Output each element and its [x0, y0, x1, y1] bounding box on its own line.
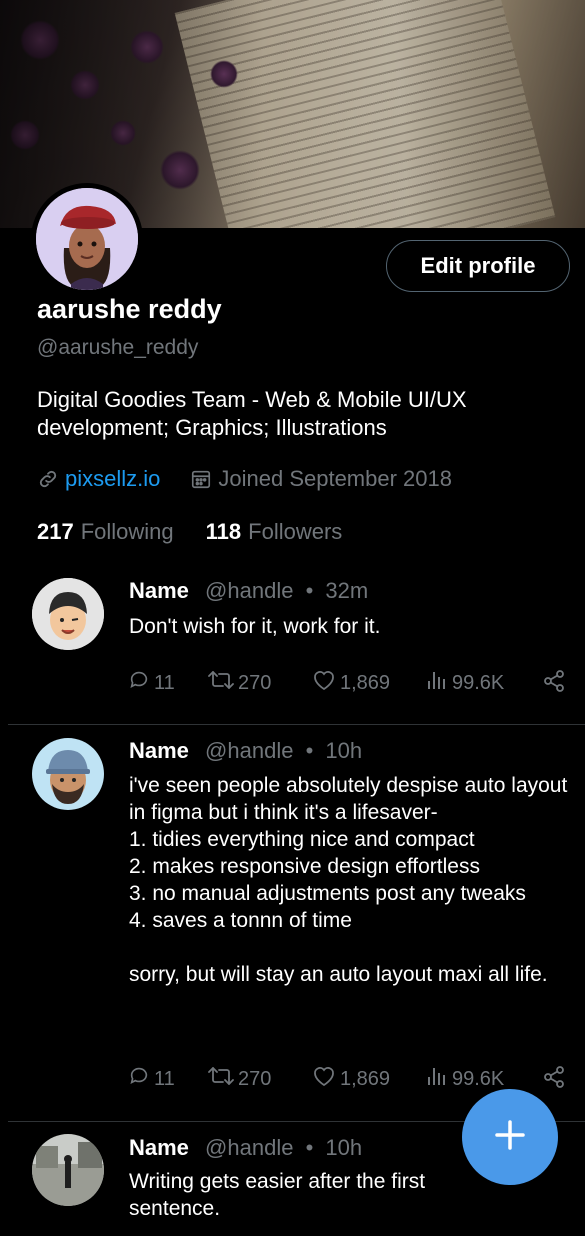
compose-button[interactable] — [462, 1089, 558, 1185]
retweet-icon — [208, 669, 238, 697]
calendar-icon — [190, 468, 212, 490]
tweet[interactable]: Name @handle • 32m Don't wish for it, wo… — [0, 570, 585, 725]
separator-dot: • — [305, 1135, 314, 1160]
heart-icon — [312, 669, 340, 697]
tweet-time: 10h — [325, 1135, 363, 1160]
tweet-author-handle: @handle — [205, 578, 294, 603]
views-count: 99.6K — [452, 671, 505, 694]
separator-dot: • — [305, 738, 314, 763]
heart-icon — [312, 1065, 340, 1093]
tweet-author-name[interactable]: Name — [129, 578, 189, 603]
profile-handle: @aarushe_reddy — [37, 336, 199, 359]
plus-icon — [493, 1118, 527, 1156]
tweet-author-handle: @handle — [205, 738, 294, 763]
views-button[interactable]: 99.6K — [426, 669, 504, 697]
reply-button[interactable]: 11 — [128, 669, 175, 697]
tweet-time: 32m — [325, 578, 369, 603]
reply-button[interactable]: 11 — [128, 1065, 175, 1093]
like-button[interactable]: 1,869 — [312, 669, 390, 697]
following-count: 217 — [37, 519, 74, 544]
avatar[interactable] — [32, 738, 104, 810]
profile-bio: Digital Goodies Team - Web & Mobile UI/U… — [37, 387, 467, 440]
followers-label: Followers — [248, 519, 343, 544]
avatar[interactable] — [32, 1134, 104, 1206]
tweet-text: Writing gets easier after the first sent… — [129, 1170, 426, 1220]
tweet-time: 10h — [325, 738, 363, 763]
tweet-actions: 11 270 1,869 99.6K — [128, 669, 573, 697]
profile-avatar[interactable] — [31, 183, 143, 295]
retweet-button[interactable]: 270 — [208, 1065, 271, 1093]
avatar[interactable] — [32, 578, 104, 650]
profile-meta: pixsellz.io Joined September 2018 — [37, 466, 452, 492]
avatar — [36, 188, 138, 290]
like-count: 1,869 — [340, 671, 391, 694]
followers-stat[interactable]: 118 Followers — [206, 519, 343, 545]
like-button[interactable]: 1,869 — [312, 1065, 390, 1093]
tweet-author-name[interactable]: Name — [129, 1135, 189, 1160]
views-icon — [426, 1065, 452, 1093]
share-button[interactable] — [542, 669, 570, 699]
tweet-text: i've seen people absolutely despise auto… — [129, 774, 568, 986]
following-label: Following — [80, 519, 174, 544]
views-icon — [426, 669, 452, 697]
website-link[interactable]: pixsellz.io — [65, 466, 160, 492]
followers-count: 118 — [205, 519, 242, 544]
views-count: 99.6K — [452, 1067, 505, 1090]
tweet-author-name[interactable]: Name — [129, 738, 189, 763]
share-icon — [542, 1065, 570, 1095]
retweet-button[interactable]: 270 — [208, 669, 271, 697]
tweet[interactable]: Name @handle • 10h i've seen people abso… — [0, 725, 585, 1121]
tweet-text: Don't wish for it, work for it. — [129, 615, 381, 638]
tweet-author-handle: @handle — [205, 1135, 294, 1160]
follow-counts: 217 Following 118 Followers — [37, 519, 342, 545]
share-icon — [542, 669, 570, 699]
like-count: 1,869 — [340, 1067, 391, 1090]
joined-date: Joined September 2018 — [218, 466, 452, 491]
retweet-count: 270 — [238, 671, 272, 694]
edit-profile-button[interactable]: Edit profile — [386, 240, 570, 292]
separator-dot: • — [305, 578, 314, 603]
views-button[interactable]: 99.6K — [426, 1065, 504, 1093]
reply-icon — [128, 669, 154, 697]
retweet-count: 270 — [238, 1067, 272, 1090]
reply-count: 11 — [154, 1067, 175, 1090]
share-button[interactable] — [542, 1065, 570, 1095]
reply-icon — [128, 1065, 154, 1093]
reply-count: 11 — [154, 671, 175, 694]
link-icon — [37, 468, 59, 490]
profile-name: aarushe reddy — [37, 294, 222, 324]
following-stat[interactable]: 217 Following — [37, 519, 174, 545]
retweet-icon — [208, 1065, 238, 1093]
